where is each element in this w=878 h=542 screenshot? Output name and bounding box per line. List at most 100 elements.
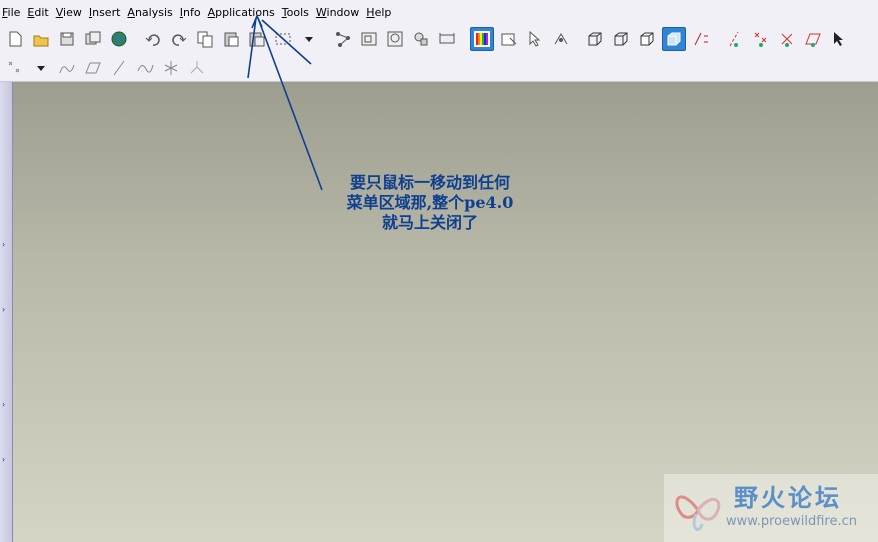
new-button[interactable] xyxy=(4,28,26,50)
copy-icon xyxy=(196,30,214,48)
paste-button[interactable] xyxy=(220,28,242,50)
regenerate-button[interactable] xyxy=(332,28,354,50)
dock-marker-icon: › xyxy=(2,455,6,464)
watermark-title: 野火论坛 xyxy=(734,484,842,512)
view-manager-icon xyxy=(360,30,378,48)
save-copy-icon xyxy=(84,30,102,48)
no-hidden-button[interactable] xyxy=(636,28,658,50)
refit-icon xyxy=(438,30,456,48)
open-folder-button[interactable] xyxy=(30,28,52,50)
point-tool-button[interactable] xyxy=(160,57,182,79)
more-arrow-icon xyxy=(830,30,848,48)
coord-tool-button[interactable] xyxy=(186,57,208,79)
menu-edit[interactable]: Edit xyxy=(25,6,53,19)
view-manager-button[interactable] xyxy=(358,28,380,50)
datum-point-icon xyxy=(6,59,24,77)
select-filter-icon xyxy=(500,30,518,48)
dock-marker-icon: › xyxy=(2,305,6,314)
dropdown-arrow-icon xyxy=(300,30,318,48)
new-icon xyxy=(6,30,24,48)
datum-display-button[interactable] xyxy=(690,28,712,50)
hidden-line-icon xyxy=(612,30,630,48)
orient-icon xyxy=(412,30,430,48)
coord-sys-button[interactable] xyxy=(776,28,798,50)
shading-button[interactable] xyxy=(662,27,686,51)
zoom-window-button[interactable] xyxy=(384,28,406,50)
datum-point-button[interactable] xyxy=(4,57,26,79)
menu-view[interactable]: View xyxy=(54,6,87,19)
curve-button[interactable] xyxy=(134,57,156,79)
hidden-line-button[interactable] xyxy=(610,28,632,50)
dropdown-arrow-button[interactable] xyxy=(298,28,320,50)
redo-button[interactable] xyxy=(168,28,190,50)
annotation-line: 菜单区域那,整个pe4.0 xyxy=(346,193,514,212)
menu-bar: File Edit View Insert Analysis Info Applicatio… xyxy=(0,0,878,24)
point-tool-icon xyxy=(162,59,180,77)
model-tree-globe-button[interactable] xyxy=(108,28,130,50)
coord-sys-icon xyxy=(778,30,796,48)
orient-button[interactable] xyxy=(410,28,432,50)
coord-tool-icon xyxy=(188,59,206,77)
paste-special-icon xyxy=(248,30,266,48)
graphics-window[interactable] xyxy=(0,82,878,542)
save-copy-button[interactable] xyxy=(82,28,104,50)
open-folder-icon xyxy=(32,30,50,48)
axis-tool-icon xyxy=(110,59,128,77)
zoom-window-icon xyxy=(386,30,404,48)
datum-toolbar xyxy=(0,54,878,82)
datum-plane-icon xyxy=(804,30,822,48)
datum-plane-tool-icon xyxy=(84,59,102,77)
shading-icon xyxy=(665,30,683,48)
watermark-url: www.proewildfire.cn xyxy=(726,514,857,529)
dropdown-arrow-button[interactable] xyxy=(30,57,52,79)
point-display-button[interactable] xyxy=(750,28,772,50)
menu-tools[interactable]: Tools xyxy=(280,6,314,19)
redo-icon xyxy=(170,30,188,48)
regenerate-icon xyxy=(334,30,352,48)
datum-plane-tool-button[interactable] xyxy=(82,57,104,79)
annotation-line: 要只鼠标一移动到任何 xyxy=(349,173,510,192)
datum-axes-icon xyxy=(726,30,744,48)
model-tree-globe-icon xyxy=(110,30,128,48)
left-dock-strip[interactable]: › › › › xyxy=(0,82,13,542)
more-arrow-button[interactable] xyxy=(828,28,850,50)
menu-window[interactable]: Window xyxy=(314,6,364,19)
curve-icon xyxy=(136,59,154,77)
undo-icon xyxy=(144,30,162,48)
menu-file[interactable]: File xyxy=(0,6,25,19)
save-icon xyxy=(58,30,76,48)
select-box-icon xyxy=(274,30,292,48)
wireframe-button[interactable] xyxy=(584,28,606,50)
appearance-gallery-button[interactable] xyxy=(470,27,494,51)
spin-center-icon xyxy=(552,30,570,48)
sketch-icon xyxy=(58,59,76,77)
select-filter-button[interactable] xyxy=(498,28,520,50)
forum-watermark: 野火论坛 www.proewildfire.cn xyxy=(664,474,878,542)
datum-plane-button[interactable] xyxy=(802,28,824,50)
wireframe-icon xyxy=(586,30,604,48)
menu-insert[interactable]: Insert xyxy=(87,6,126,19)
spin-center-button[interactable] xyxy=(550,28,572,50)
dropdown-arrow-icon xyxy=(32,59,50,77)
copy-button[interactable] xyxy=(194,28,216,50)
paste-special-button[interactable] xyxy=(246,28,268,50)
menu-help[interactable]: Help xyxy=(364,6,396,19)
main-toolbar xyxy=(0,24,878,54)
annotation-text: 要只鼠标一移动到任何 菜单区域那,整个pe4.0 就马上关闭了 xyxy=(318,173,542,233)
axis-tool-button[interactable] xyxy=(108,57,130,79)
menu-info[interactable]: Info xyxy=(178,6,206,19)
pointer-icon xyxy=(526,30,544,48)
menu-analysis[interactable]: Analysis xyxy=(125,6,177,19)
undo-button[interactable] xyxy=(142,28,164,50)
datum-axes-button[interactable] xyxy=(724,28,746,50)
point-display-icon xyxy=(752,30,770,48)
refit-button[interactable] xyxy=(436,28,458,50)
save-button[interactable] xyxy=(56,28,78,50)
datum-display-icon xyxy=(692,30,710,48)
appearance-gallery-icon xyxy=(473,30,491,48)
menu-applications[interactable]: Applications xyxy=(206,6,280,19)
sketch-button[interactable] xyxy=(56,57,78,79)
select-box-button[interactable] xyxy=(272,28,294,50)
pointer-button[interactable] xyxy=(524,28,546,50)
dock-marker-icon: › xyxy=(2,240,6,249)
